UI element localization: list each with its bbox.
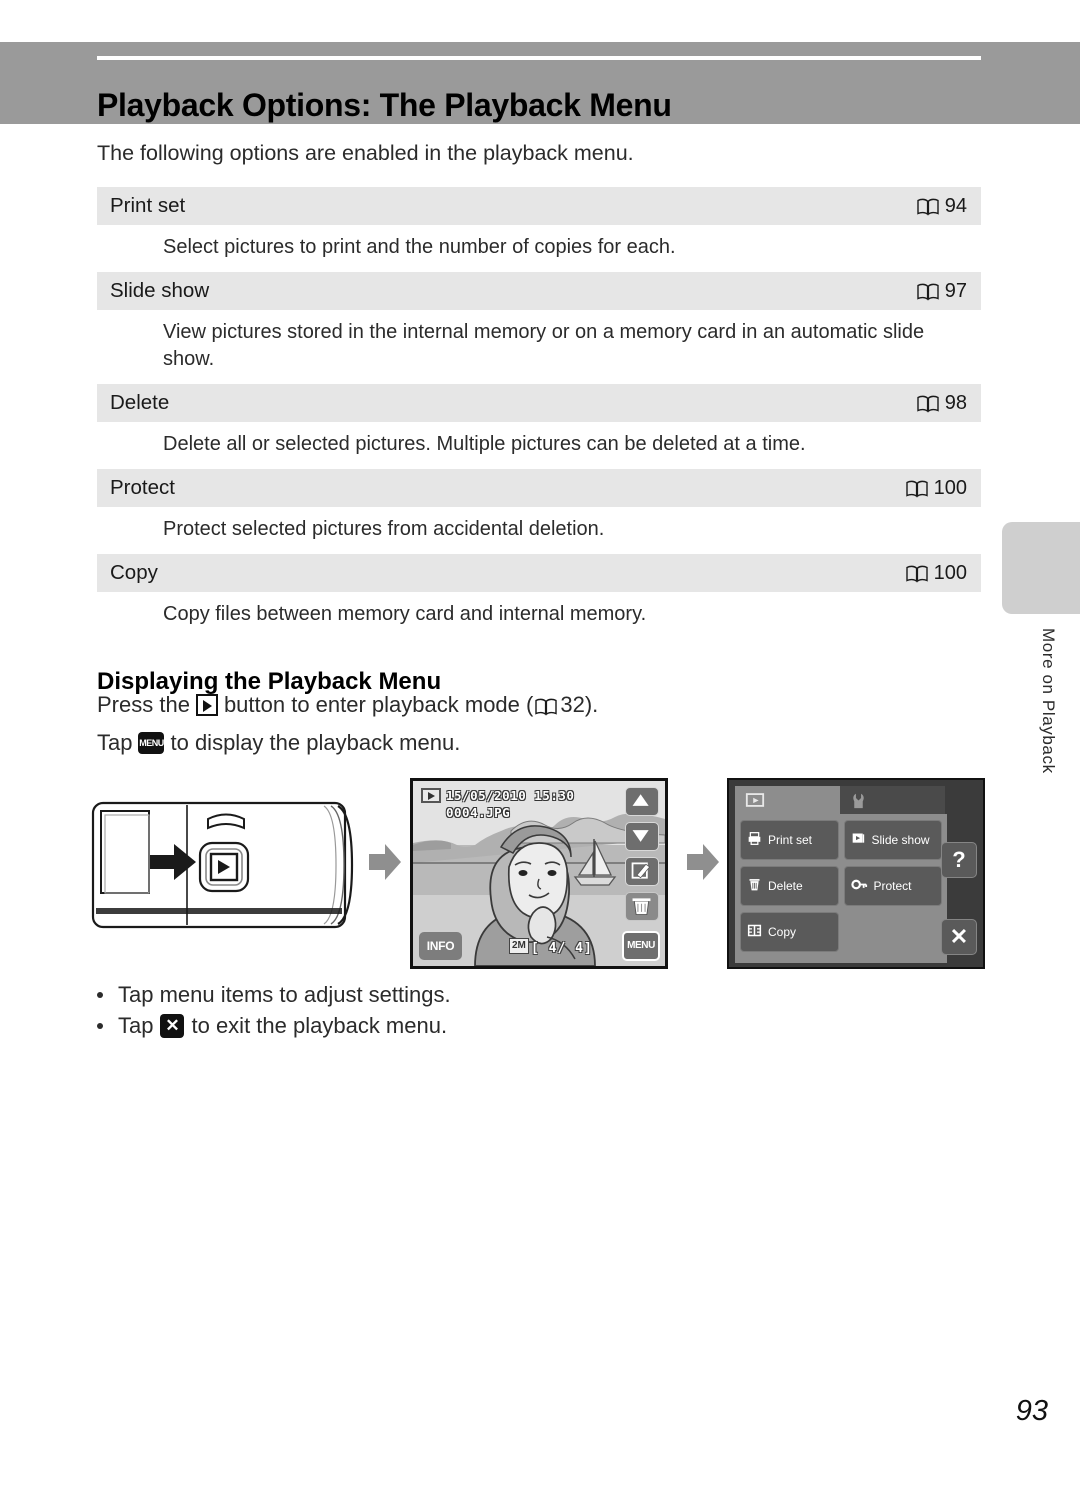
copy-icon xyxy=(747,923,762,941)
playback-options-table: Print set 94 Select pictures to print and … xyxy=(97,187,981,639)
book-icon xyxy=(917,283,939,301)
option-description: Select pictures to print and the number … xyxy=(163,236,676,258)
printer-icon xyxy=(747,831,762,849)
option-name: Slide show xyxy=(110,279,210,302)
table-row-header: Print set 94 xyxy=(97,187,981,225)
playback-button-icon xyxy=(195,694,218,716)
option-page-number: 97 xyxy=(944,279,967,302)
lcd-menu-button[interactable]: MENU xyxy=(622,931,660,961)
lcd-preview-screen: 15/05/2010 15:30 0004.JPG MENU INFO 2M [… xyxy=(410,778,668,969)
option-description: Copy files between memory card and inter… xyxy=(163,603,647,625)
menu-item-label: Protect xyxy=(873,879,912,893)
option-page-number: 94 xyxy=(944,194,967,217)
instruction2-text-before: Tap xyxy=(97,730,133,755)
book-icon xyxy=(905,565,928,583)
side-tab-block xyxy=(1002,522,1080,614)
option-description: Protect selected pictures from accidenta… xyxy=(163,518,605,540)
option-page-number: 100 xyxy=(933,561,967,584)
option-page-reference: 98 xyxy=(917,392,967,415)
instruction-tap-menu: Tap MENU to display the playback menu. xyxy=(97,730,460,756)
book-icon xyxy=(917,395,939,413)
option-page-reference: 100 xyxy=(905,561,967,585)
instruction-text-after: button to enter playback mode ( xyxy=(223,692,534,717)
edit-pencil-icon[interactable] xyxy=(625,857,659,886)
instruction-text-before: Press the xyxy=(97,692,190,717)
menu-item-print-set[interactable]: Print set xyxy=(740,820,839,860)
arrow-down-icon[interactable] xyxy=(625,822,659,851)
list-item: Tap menu items to adjust settings. xyxy=(97,982,451,1008)
menu-item-delete[interactable]: Delete xyxy=(740,866,839,906)
option-page-reference: 100 xyxy=(905,476,967,500)
playback-menu-panel: Print set Slide show Delete Protect Copy ? ✕ xyxy=(727,778,985,969)
instruction-ref-page: 32 xyxy=(560,692,585,717)
key-icon xyxy=(850,877,868,895)
camera-rear-view xyxy=(90,800,358,935)
trash-icon xyxy=(747,877,762,895)
table-row-header: Copy 100 xyxy=(97,554,981,592)
instruction-tail: ). xyxy=(584,692,599,717)
side-tab-label: More on Playback xyxy=(1039,628,1058,774)
bullet-text: Tap xyxy=(118,1013,154,1038)
book-icon xyxy=(917,198,939,216)
menu-item-label: Print set xyxy=(768,833,813,847)
close-x-icon: ✕ xyxy=(160,1014,185,1038)
tab-setup[interactable] xyxy=(840,786,945,814)
instruction2-text-after: to display the playback menu. xyxy=(170,730,461,755)
option-page-reference: 97 xyxy=(917,280,967,303)
list-item: Tap ✕ to exit the playback menu. xyxy=(97,1013,451,1039)
arrow-right-icon xyxy=(685,840,721,884)
lcd-image-size-badge: 2M xyxy=(509,938,529,954)
menu-item-label: Slide show xyxy=(871,833,930,847)
book-icon xyxy=(905,480,928,498)
header-rule xyxy=(97,56,981,60)
playback-mode-icon xyxy=(421,788,441,803)
lcd-filename: 0004.JPG xyxy=(446,805,511,820)
menu-item-protect[interactable]: Protect xyxy=(843,866,942,906)
menu-item-copy[interactable]: Copy xyxy=(740,912,839,952)
tab-playback[interactable] xyxy=(735,786,840,814)
option-description: View pictures stored in the internal mem… xyxy=(163,321,925,370)
option-name: Delete xyxy=(110,391,170,414)
table-row-header: Delete 98 xyxy=(97,384,981,422)
arrow-up-icon[interactable] xyxy=(625,787,659,816)
menu-items-grid: Print set Slide show Delete Protect Copy xyxy=(735,814,947,963)
menu-tab-bar xyxy=(735,786,945,814)
help-button[interactable]: ? xyxy=(941,842,977,878)
table-row-header: Protect 100 xyxy=(97,469,981,507)
table-row-header: Slide show 97 xyxy=(97,272,981,310)
bullet-text: Tap menu items to adjust settings. xyxy=(118,982,451,1007)
option-page-number: 98 xyxy=(944,391,967,414)
option-page-reference: 94 xyxy=(917,195,967,218)
page-title: Playback Options: The Playback Menu xyxy=(97,87,672,124)
menu-item-label: Delete xyxy=(768,879,803,893)
lcd-frame-counter: [ 4/ 4] xyxy=(531,941,593,956)
bullet-text-after: to exit the playback menu. xyxy=(191,1013,448,1038)
bullet-list: Tap menu items to adjust settings. Tap ✕… xyxy=(97,982,451,1044)
intro-paragraph: The following options are enabled in the… xyxy=(97,141,634,165)
option-name: Copy xyxy=(110,561,158,584)
lcd-info-button[interactable]: INFO xyxy=(419,932,462,960)
illustration-row: 15/05/2010 15:30 0004.JPG MENU INFO 2M [… xyxy=(90,778,990,978)
menu-side-buttons: ? ✕ xyxy=(941,786,979,961)
slideshow-icon xyxy=(851,831,866,849)
option-name: Print set xyxy=(110,194,186,217)
page-number: 93 xyxy=(1015,1395,1048,1427)
option-name: Protect xyxy=(110,476,175,499)
menu-item-label: Copy xyxy=(768,925,797,939)
menu-button-icon: MENU xyxy=(138,732,165,754)
menu-item-slide-show[interactable]: Slide show xyxy=(843,820,942,860)
option-description: Delete all or selected pictures. Multipl… xyxy=(163,433,806,455)
lcd-date-time: 15/05/2010 15:30 xyxy=(446,788,575,803)
bullet-dot-icon xyxy=(97,1023,103,1029)
instruction-press-playback: Press the button to enter playback mode … xyxy=(97,692,598,718)
trash-icon[interactable] xyxy=(625,892,659,921)
bullet-dot-icon xyxy=(97,992,103,998)
option-page-number: 100 xyxy=(933,476,967,499)
arrow-right-icon xyxy=(367,840,403,884)
book-icon xyxy=(535,696,558,716)
close-button[interactable]: ✕ xyxy=(941,919,977,955)
